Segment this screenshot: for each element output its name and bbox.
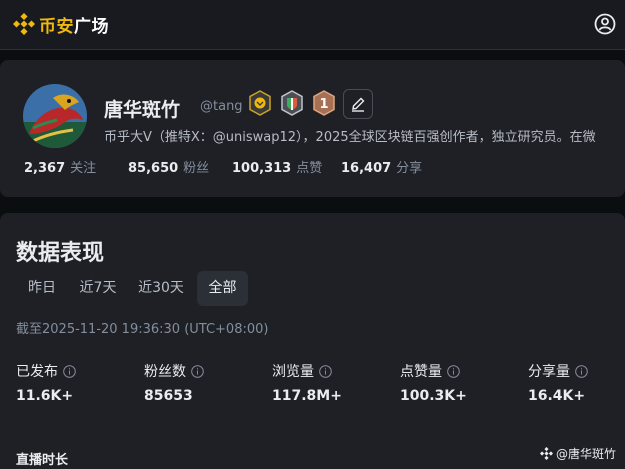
- pencil-icon: [352, 97, 365, 112]
- logo-text: 币安广场: [39, 16, 109, 37]
- top-bar: 币安广场: [0, 0, 625, 50]
- svg-text:1: 1: [319, 97, 328, 112]
- tab-all[interactable]: 全部: [197, 271, 248, 306]
- info-icon[interactable]: [191, 364, 204, 378]
- dragon-avatar-image: [23, 84, 87, 148]
- metric-published-value: 11.6K+: [16, 388, 74, 404]
- metric-likes-value: 100.3K+: [400, 388, 467, 404]
- metric-shares-label: 分享量: [528, 361, 588, 381]
- stat-likes: 100,313 点赞: [232, 161, 323, 176]
- tab-yesterday[interactable]: 昨日: [16, 271, 68, 306]
- info-icon[interactable]: [319, 364, 332, 378]
- gold-medal-icon[interactable]: [247, 90, 273, 116]
- shield-badge-icon[interactable]: [279, 90, 305, 116]
- tab-30-days[interactable]: 近30天: [130, 271, 192, 306]
- profile-bio: 币乎大V（推特X：@uniswap12），2025全球区块链百强创作者，独立研究…: [104, 130, 596, 145]
- stat-followers[interactable]: 85,650 粉丝: [128, 157, 209, 176]
- profile-name: 唐华斑竹: [104, 99, 181, 121]
- watermark: @唐华斑竹: [539, 445, 616, 462]
- stat-following[interactable]: 2,367 关注: [24, 157, 96, 176]
- metric-shares-value: 16.4K+: [528, 388, 586, 404]
- binance-logo-icon: [539, 447, 553, 460]
- profile-card: 唐华斑竹 @tang 1 币乎大V（推特X：@uniswap12），2025全球…: [0, 60, 625, 197]
- metric-views-label: 浏览量: [272, 361, 332, 381]
- avatar[interactable]: [23, 84, 87, 148]
- info-icon[interactable]: [575, 364, 588, 378]
- metric-followers-value: 85653: [144, 388, 193, 404]
- metric-views-value: 117.8M+: [272, 388, 342, 404]
- edit-profile-button[interactable]: [343, 89, 373, 119]
- metric-followers-label: 粉丝数: [144, 361, 204, 381]
- user-account-icon[interactable]: [594, 13, 616, 35]
- as-of-timestamp: 截至2025-11-20 19:36:30 (UTC+08:00): [16, 322, 269, 337]
- info-icon[interactable]: [447, 364, 460, 378]
- live-duration-title: 直播时长: [16, 453, 69, 468]
- stat-shares: 16,407 分享: [341, 161, 423, 176]
- section-title: 数据表现: [16, 241, 105, 266]
- metric-published-label: 已发布: [16, 361, 76, 381]
- data-performance-section: 数据表现 昨日 近7天 近30天 全部 截至2025-11-20 19:36:3…: [0, 213, 625, 469]
- info-icon[interactable]: [63, 364, 76, 378]
- binance-logo-icon: [13, 13, 35, 35]
- binance-square-logo[interactable]: 币安广场: [13, 12, 109, 37]
- tab-7-days[interactable]: 近7天: [72, 271, 124, 306]
- metric-likes-label: 点赞量: [400, 361, 460, 381]
- rank-one-icon[interactable]: 1: [311, 90, 337, 116]
- profile-handle: @tang: [200, 99, 243, 114]
